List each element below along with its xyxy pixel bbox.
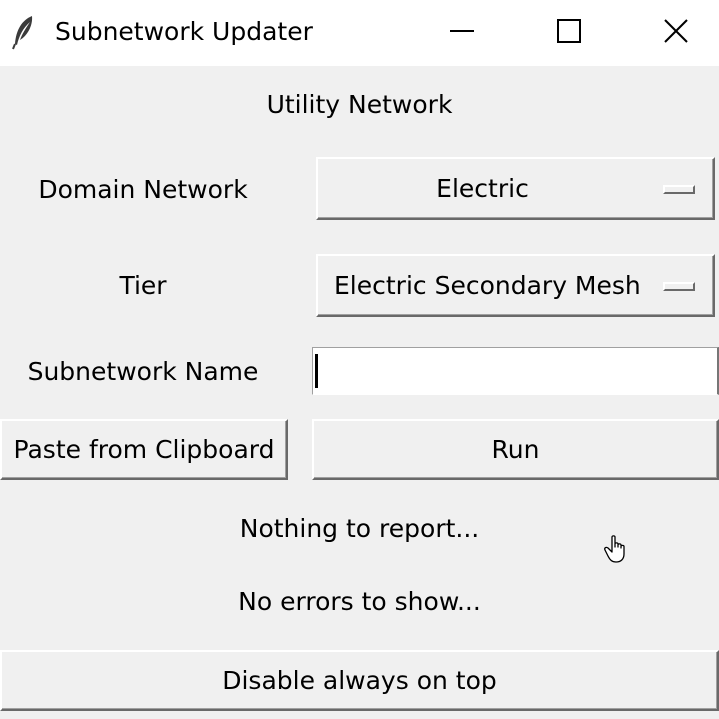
disable-always-on-top-button[interactable]: Disable always on top	[0, 650, 719, 711]
dropdown-indicator-icon	[663, 282, 695, 291]
maximize-icon	[556, 18, 582, 48]
minimize-button[interactable]	[427, 0, 497, 66]
text-cursor	[315, 354, 318, 388]
minimize-icon	[449, 18, 475, 48]
domain-network-selected: Electric	[436, 174, 529, 203]
domain-network-label: Domain Network	[38, 175, 248, 204]
tier-selected: Electric Secondary Mesh	[334, 271, 641, 300]
feather-icon	[10, 14, 40, 50]
error-status: No errors to show...	[238, 587, 481, 616]
section-title: Utility Network	[266, 90, 453, 119]
dropdown-indicator-icon	[663, 185, 695, 194]
app-window: Subnetwork Updater Utility Network Domai…	[0, 0, 719, 719]
close-icon	[663, 18, 689, 48]
tier-label: Tier	[119, 271, 167, 300]
run-button[interactable]: Run	[312, 419, 719, 480]
subnetwork-name-input[interactable]	[312, 347, 719, 395]
hand-cursor-icon	[604, 534, 630, 564]
paste-from-clipboard-button[interactable]: Paste from Clipboard	[0, 419, 288, 480]
window-title: Subnetwork Updater	[55, 17, 313, 46]
close-button[interactable]	[641, 0, 711, 66]
maximize-button[interactable]	[534, 0, 604, 66]
domain-network-dropdown[interactable]: Electric	[316, 157, 715, 220]
title-bar[interactable]: Subnetwork Updater	[0, 0, 719, 66]
subnetwork-name-label: Subnetwork Name	[27, 357, 259, 386]
tier-dropdown[interactable]: Electric Secondary Mesh	[316, 254, 715, 317]
